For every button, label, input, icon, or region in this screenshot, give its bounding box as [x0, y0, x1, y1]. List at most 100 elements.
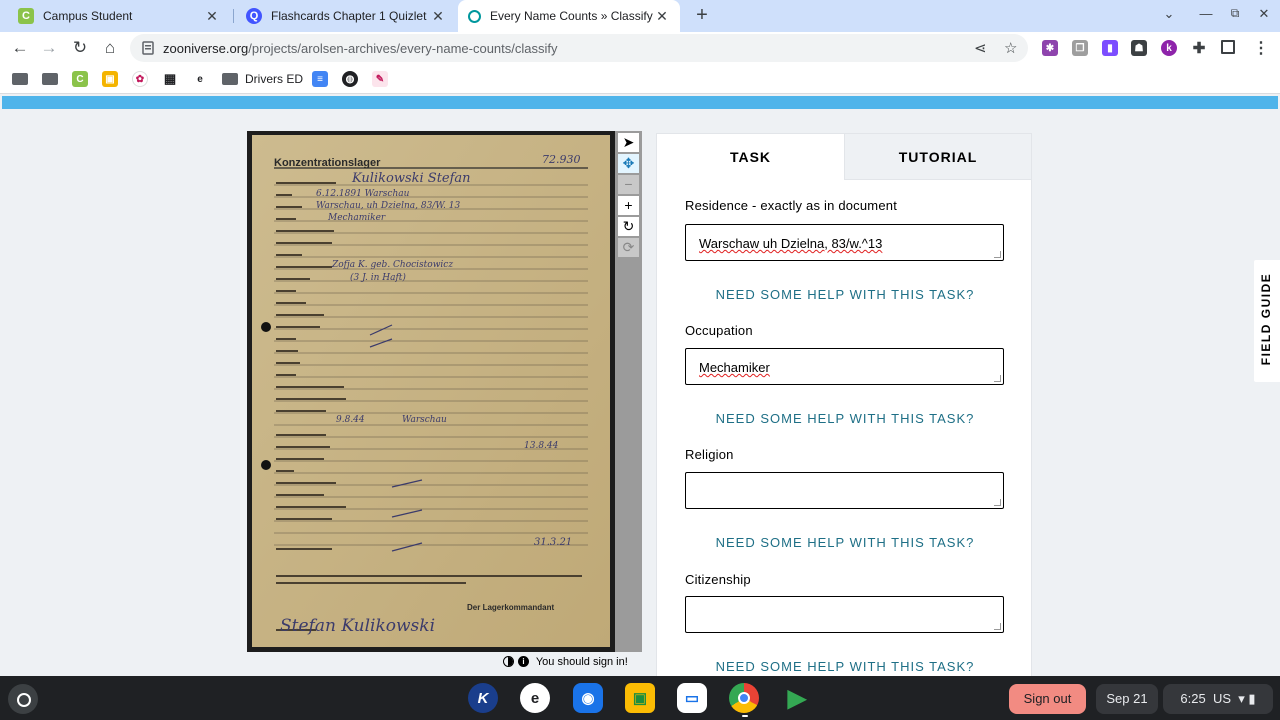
status-tray[interactable]: 6:25 US ▾ ▮: [1163, 684, 1273, 714]
extension-k-icon[interactable]: k: [1161, 40, 1177, 56]
pointer-tool-icon[interactable]: ➤: [618, 133, 639, 152]
tab-quizlet[interactable]: Q Flashcards Chapter 1 Quizlet rev ✕: [236, 0, 456, 32]
handwritten-wife: Zofja K. geb. Chocistowicz: [332, 260, 454, 270]
extension-puzzle-icon[interactable]: ✱: [1042, 40, 1058, 56]
close-window-icon[interactable]: ✕: [1254, 6, 1274, 22]
viewer-toolbar: ➤ ✥ − + ↻ ⟳: [615, 131, 642, 652]
extension-robot-icon[interactable]: ☗: [1131, 40, 1147, 56]
folder-icon[interactable]: [222, 73, 238, 85]
help-button[interactable]: NEED SOME HELP WITH THIS TASK?: [715, 411, 975, 426]
document-number: 72.930: [542, 153, 581, 166]
handwritten-children: (3 J. in Haft): [350, 273, 406, 283]
screencast-app-icon[interactable]: ▭: [677, 683, 707, 713]
play-store-app-icon[interactable]: ▶: [782, 683, 812, 713]
quizlet-favicon-icon: Q: [246, 8, 262, 24]
religion-input[interactable]: [685, 472, 1004, 509]
handwritten-signature: Stefan Kulikowski: [280, 616, 436, 636]
globe-bookmark-icon[interactable]: ◍: [342, 71, 358, 87]
move-tool-icon[interactable]: ✥: [618, 154, 639, 173]
occupation-input[interactable]: Mechamiker: [685, 348, 1004, 385]
resize-handle-icon[interactable]: [994, 623, 1001, 630]
rotate-icon[interactable]: ↻: [618, 217, 639, 236]
forward-button[interactable]: →: [38, 37, 60, 59]
folder-icon[interactable]: [42, 73, 58, 85]
bookmark-drivers-ed[interactable]: Drivers ED: [245, 72, 303, 86]
qr-bookmark-icon[interactable]: ▦: [162, 71, 178, 87]
close-tab-icon[interactable]: ✕: [430, 8, 446, 25]
home-button[interactable]: ⌂: [99, 37, 121, 59]
site-info-icon[interactable]: [142, 41, 154, 55]
tab-tutorial[interactable]: TUTORIAL: [844, 134, 1031, 180]
classroom-bookmark-icon[interactable]: ▣: [102, 71, 118, 87]
reload-button[interactable]: ↻: [69, 37, 91, 59]
info-icon[interactable]: i: [518, 656, 529, 667]
edge-app-icon[interactable]: e: [520, 683, 550, 713]
classroom-app-icon[interactable]: ▣: [625, 683, 655, 713]
archive-document: Konzentrationslager 72.930 Kulikowski St…: [252, 135, 610, 647]
tab-zooniverse[interactable]: Every Name Counts » Classify — Z ✕: [458, 0, 680, 32]
back-button[interactable]: ←: [9, 37, 31, 59]
flower-bookmark-icon[interactable]: ✿: [132, 71, 148, 87]
religion-label: Religion: [685, 447, 734, 462]
citizenship-input[interactable]: [685, 596, 1004, 633]
resize-handle-icon[interactable]: [994, 499, 1001, 506]
field-guide-button[interactable]: FIELD GUIDE: [1254, 260, 1280, 382]
campus-bookmark-icon[interactable]: C: [72, 71, 88, 87]
folder-icon[interactable]: [12, 73, 28, 85]
handwritten-date: 31.3.21: [534, 537, 573, 548]
citizenship-label: Citizenship: [685, 572, 751, 587]
url-path: /projects/arolsen-archives/every-name-co…: [248, 41, 558, 56]
kami-app-icon[interactable]: K: [468, 683, 498, 713]
resize-handle-icon[interactable]: [994, 375, 1001, 382]
help-button[interactable]: NEED SOME HELP WITH THIS TASK?: [715, 659, 975, 674]
minimize-icon[interactable]: —: [1196, 6, 1216, 21]
tab-search-icon[interactable]: ⌄: [1159, 6, 1179, 22]
document-footer: Der Lagerkommandant: [467, 603, 555, 612]
resize-handle-icon[interactable]: [994, 251, 1001, 258]
pink-bookmark-icon[interactable]: ✎: [372, 71, 388, 87]
extension-bookmark-icon[interactable]: ▮: [1102, 40, 1118, 56]
zoom-in-icon[interactable]: +: [618, 196, 639, 215]
handwritten-name: Kulikowski Stefan: [352, 171, 471, 186]
docs-bookmark-icon[interactable]: ≡: [312, 71, 328, 87]
tab-title: Flashcards Chapter 1 Quizlet rev: [271, 9, 430, 23]
address-bar[interactable]: zooniverse.org/projects/arolsen-archives…: [130, 34, 1028, 62]
extensions-icon[interactable]: ✚: [1191, 40, 1207, 57]
date-tray[interactable]: Sep 21: [1096, 684, 1158, 714]
residence-input[interactable]: Warschaw uh Dzielna, 83/w.^13: [685, 224, 1004, 261]
restore-icon[interactable]: ⧉: [1225, 6, 1245, 21]
extension-copy-icon[interactable]: ❐: [1072, 40, 1088, 56]
side-panel-icon[interactable]: [1221, 40, 1235, 54]
tab-campus-student[interactable]: C Campus Student ✕: [8, 0, 230, 32]
chrome-app-icon[interactable]: [729, 683, 759, 713]
reset-icon[interactable]: ⟳: [618, 238, 639, 257]
help-button[interactable]: NEED SOME HELP WITH THIS TASK?: [715, 535, 975, 550]
sign-out-button[interactable]: Sign out: [1009, 684, 1086, 714]
browser-toolbar: ← → ↻ ⌂ zooniverse.org/projects/arolsen-…: [0, 32, 1280, 64]
edge-bookmark-icon[interactable]: e: [192, 71, 208, 87]
handwritten-date: 9.8.44: [336, 415, 365, 425]
launcher-icon[interactable]: [8, 684, 38, 714]
sign-in-notice[interactable]: i You should sign in!: [503, 656, 628, 668]
close-tab-icon[interactable]: ✕: [654, 8, 670, 25]
tab-divider: [233, 9, 234, 23]
occupation-value: Mechamiker: [699, 360, 770, 375]
share-icon[interactable]: ⋖: [974, 39, 987, 57]
zoom-out-icon[interactable]: −: [618, 175, 639, 194]
new-tab-button[interactable]: +: [690, 4, 714, 28]
project-header-bar: [2, 96, 1278, 109]
help-button[interactable]: NEED SOME HELP WITH THIS TASK?: [715, 287, 975, 302]
url-text: zooniverse.org/projects/arolsen-archives…: [163, 41, 558, 56]
invert-icon[interactable]: [503, 656, 514, 667]
close-tab-icon[interactable]: ✕: [204, 8, 220, 25]
camera-app-icon[interactable]: ◉: [573, 683, 603, 713]
tab-strip: C Campus Student ✕ Q Flashcards Chapter …: [0, 0, 1280, 32]
bookmark-star-icon[interactable]: ☆: [1004, 39, 1017, 57]
document-form-lines: [252, 135, 610, 647]
subject-viewer[interactable]: Konzentrationslager 72.930 Kulikowski St…: [247, 131, 615, 652]
tab-task[interactable]: TASK: [657, 134, 844, 180]
handwritten-birth: 6.12.1891 Warschau: [316, 189, 410, 199]
zooniverse-favicon-icon: [468, 9, 481, 23]
url-domain: zooniverse.org: [163, 41, 249, 56]
menu-kebab-icon[interactable]: ⋮: [1253, 40, 1269, 57]
